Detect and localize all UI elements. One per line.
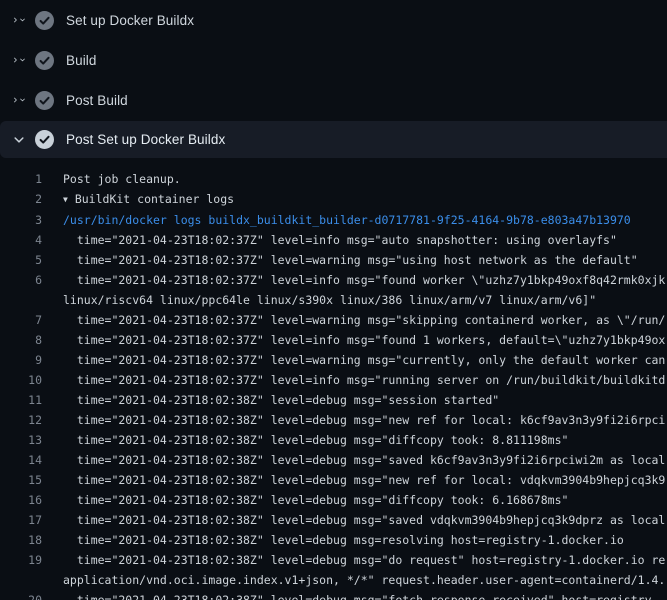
log-line-number[interactable]: 6 [0, 270, 42, 290]
log-line: 9 time="2021-04-23T18:02:37Z" level=warn… [0, 350, 667, 370]
step-label: Post Build [66, 93, 128, 108]
log-line: 8 time="2021-04-23T18:02:37Z" level=info… [0, 330, 667, 350]
log-line: 20 time="2021-04-23T18:02:38Z" level=deb… [0, 590, 667, 600]
log-line-text: linux/riscv64 linux/ppc64le linux/s390x … [63, 290, 596, 310]
group-toggle-icon[interactable]: ▼ [63, 190, 68, 210]
log-line-number[interactable]: 20 [0, 590, 42, 600]
log-line-number[interactable]: 17 [0, 510, 42, 530]
log-line-text: time="2021-04-23T18:02:38Z" level=debug … [63, 490, 568, 510]
log-line-number[interactable]: 5 [0, 250, 42, 270]
log-line-text: time="2021-04-23T18:02:37Z" level=warnin… [63, 310, 665, 330]
check-circle-icon [35, 130, 54, 149]
log-line-text: application/vnd.oci.image.index.v1+json,… [63, 570, 665, 590]
log-line-text: time="2021-04-23T18:02:37Z" level=info m… [63, 270, 665, 290]
log-pane[interactable]: 1 Post job cleanup. 2 ▼BuildKit containe… [0, 160, 667, 600]
log-line-text: time="2021-04-23T18:02:38Z" level=debug … [63, 390, 499, 410]
log-line: application/vnd.oci.image.index.v1+json,… [0, 570, 667, 590]
log-line: 2 ▼BuildKit container logs [0, 189, 667, 210]
log-line-number[interactable]: 12 [0, 410, 42, 430]
log-line-text: time="2021-04-23T18:02:37Z" level=warnin… [63, 350, 665, 370]
log-line-number[interactable]: 2 [0, 189, 42, 210]
log-line: 10 time="2021-04-23T18:02:37Z" level=inf… [0, 370, 667, 390]
log-line-text: time="2021-04-23T18:02:38Z" level=debug … [63, 530, 624, 550]
log-line: 4 time="2021-04-23T18:02:37Z" level=info… [0, 230, 667, 250]
log-line-text: time="2021-04-23T18:02:38Z" level=debug … [63, 410, 665, 430]
chevron-right-icon [12, 93, 19, 107]
log-line: 14 time="2021-04-23T18:02:38Z" level=deb… [0, 450, 667, 470]
log-line: linux/riscv64 linux/ppc64le linux/s390x … [0, 290, 667, 310]
log-line-text: time="2021-04-23T18:02:37Z" level=info m… [63, 370, 665, 390]
log-line-number[interactable]: 4 [0, 230, 42, 250]
log-line-number[interactable]: 1 [0, 169, 42, 189]
log-line-number[interactable]: 7 [0, 310, 42, 330]
chevron-down-icon [19, 13, 26, 27]
log-line-number[interactable]: 8 [0, 330, 42, 350]
log-line: 5 time="2021-04-23T18:02:37Z" level=warn… [0, 250, 667, 270]
log-line-text: /usr/bin/docker logs buildx_buildkit_bui… [63, 210, 631, 230]
log-line: 19 time="2021-04-23T18:02:38Z" level=deb… [0, 550, 667, 570]
log-line-text: time="2021-04-23T18:02:38Z" level=debug … [63, 430, 568, 450]
log-group-header[interactable]: ▼BuildKit container logs [63, 189, 234, 210]
log-line: 15 time="2021-04-23T18:02:38Z" level=deb… [0, 470, 667, 490]
log-line-number[interactable]: 11 [0, 390, 42, 410]
check-circle-icon [35, 11, 54, 30]
chevron-down-icon [19, 93, 26, 107]
log-line: 17 time="2021-04-23T18:02:38Z" level=deb… [0, 510, 667, 530]
log-line: 13 time="2021-04-23T18:02:38Z" level=deb… [0, 430, 667, 450]
step-row[interactable]: Post Build [0, 80, 667, 120]
log-line-number[interactable]: 19 [0, 550, 42, 570]
log-line-text: time="2021-04-23T18:02:37Z" level=warnin… [63, 250, 638, 270]
log-line-number[interactable]: 9 [0, 350, 42, 370]
chevron-down-icon [19, 53, 26, 67]
log-line-text: time="2021-04-23T18:02:38Z" level=debug … [63, 470, 665, 490]
log-line-text: time="2021-04-23T18:02:38Z" level=debug … [63, 550, 665, 570]
log-line-text: time="2021-04-23T18:02:38Z" level=debug … [63, 590, 658, 600]
step-row[interactable]: Build [0, 40, 667, 80]
log-line-text: time="2021-04-23T18:02:37Z" level=info m… [63, 230, 617, 250]
log-line: 12 time="2021-04-23T18:02:38Z" level=deb… [0, 410, 667, 430]
check-circle-icon [35, 91, 54, 110]
step-row[interactable]: Set up Docker Buildx [0, 0, 667, 40]
log-line-number [0, 570, 42, 590]
log-line-number[interactable]: 3 [0, 210, 42, 230]
log-line-text: time="2021-04-23T18:02:38Z" level=debug … [63, 450, 667, 470]
log-line-number[interactable]: 16 [0, 490, 42, 510]
actions-log-viewer: Set up Docker Buildx Build [0, 0, 667, 600]
log-line: 1 Post job cleanup. [0, 169, 667, 189]
log-line-number[interactable]: 13 [0, 430, 42, 450]
log-line-number[interactable]: 10 [0, 370, 42, 390]
log-line-text: Post job cleanup. [63, 169, 181, 189]
log-line-number[interactable]: 18 [0, 530, 42, 550]
chevron-right-icon [12, 13, 19, 27]
step-label: Build [66, 53, 97, 68]
log-line: 11 time="2021-04-23T18:02:38Z" level=deb… [0, 390, 667, 410]
log-line: 3 /usr/bin/docker logs buildx_buildkit_b… [0, 210, 667, 230]
step-label: Post Set up Docker Buildx [66, 132, 225, 147]
log-line: 18 time="2021-04-23T18:02:38Z" level=deb… [0, 530, 667, 550]
step-row[interactable]: Post Set up Docker Buildx [0, 121, 667, 158]
log-line-text: time="2021-04-23T18:02:38Z" level=debug … [63, 510, 667, 530]
log-line: 7 time="2021-04-23T18:02:37Z" level=warn… [0, 310, 667, 330]
chevron-down-icon [12, 133, 26, 147]
log-line-text: time="2021-04-23T18:02:37Z" level=info m… [63, 330, 665, 350]
log-line: 6 time="2021-04-23T18:02:37Z" level=info… [0, 270, 667, 290]
log-line-number [0, 290, 42, 310]
chevron-right-icon [12, 53, 19, 67]
check-circle-icon [35, 51, 54, 70]
log-line-number[interactable]: 15 [0, 470, 42, 490]
log-line: 16 time="2021-04-23T18:02:38Z" level=deb… [0, 490, 667, 510]
steps-list: Set up Docker Buildx Build [0, 0, 667, 158]
step-label: Set up Docker Buildx [66, 13, 194, 28]
log-line-number[interactable]: 14 [0, 450, 42, 470]
